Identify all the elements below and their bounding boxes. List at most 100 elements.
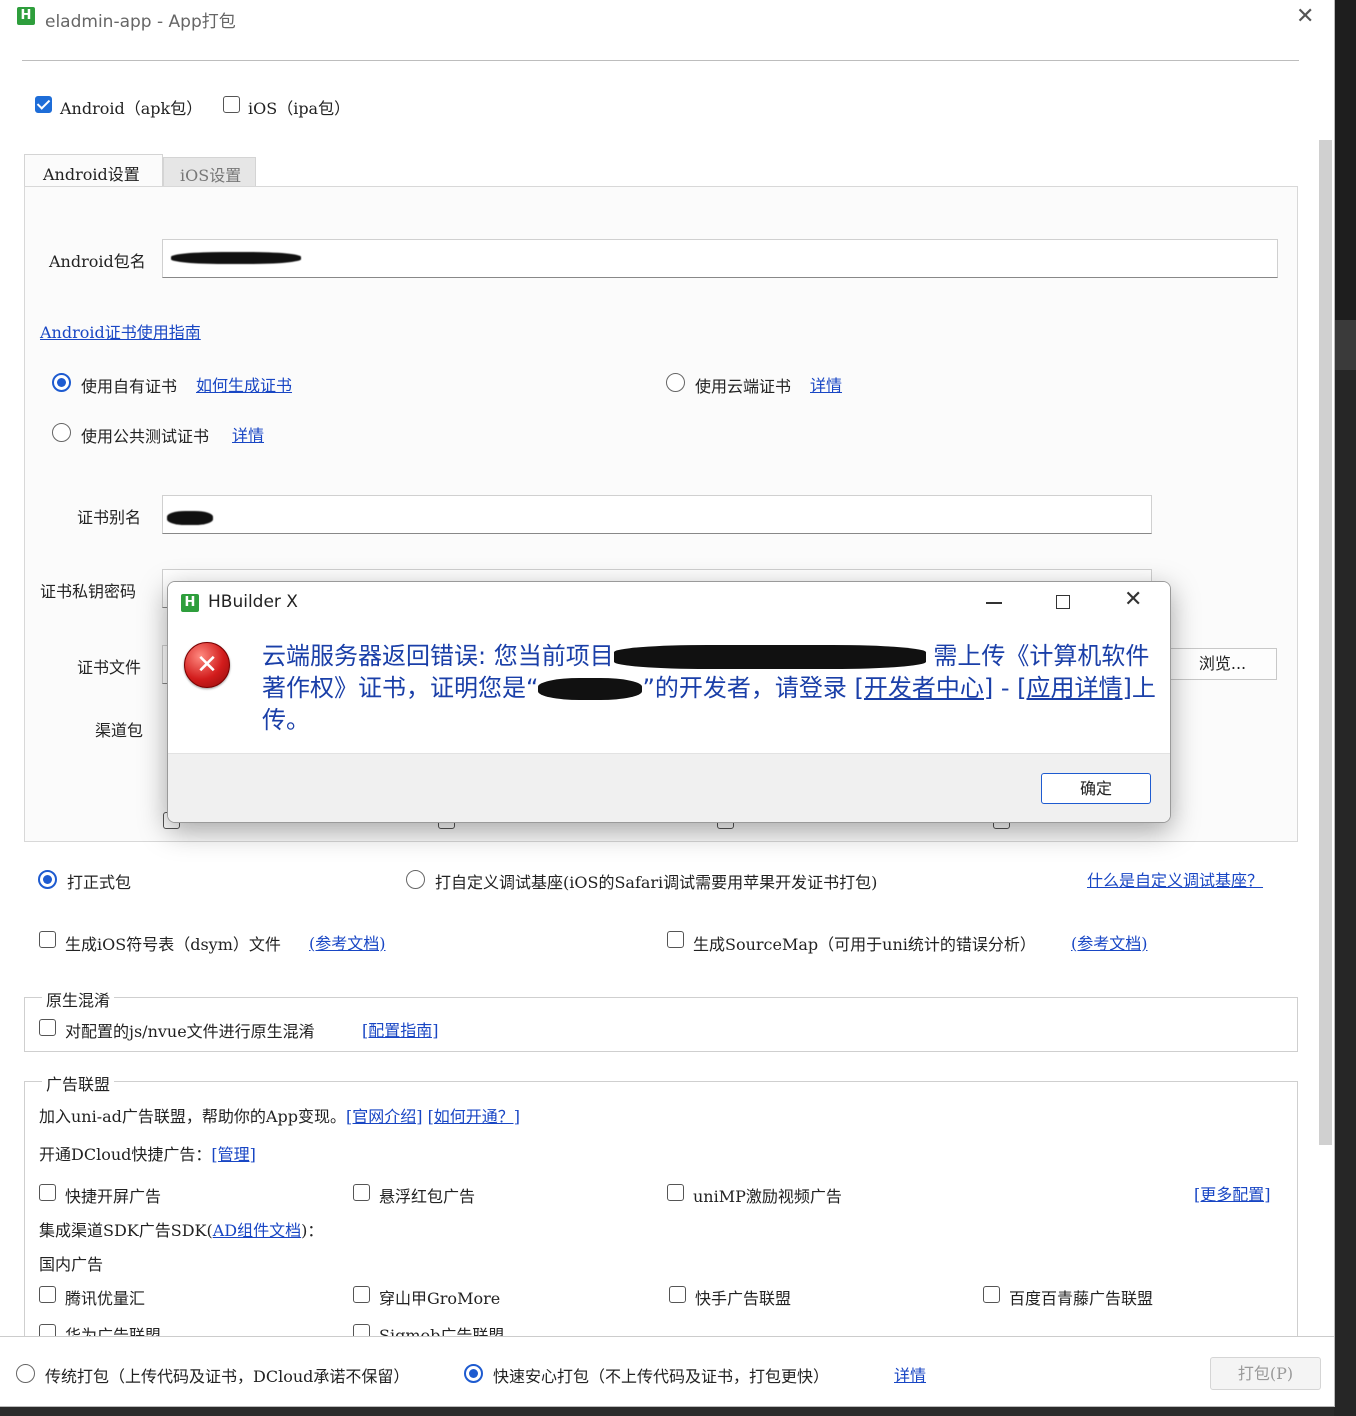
cloud-cert-label: 使用云端证书: [695, 377, 792, 396]
domestic-ad-checkbox[interactable]: [353, 1286, 370, 1303]
package-name-label: Android包名: [49, 252, 146, 271]
traditional-pack-radio[interactable]: [16, 1364, 35, 1383]
fast-pack-radio[interactable]: [464, 1364, 483, 1383]
tab-label: Android设置: [43, 165, 140, 184]
obfuscation-checkbox[interactable]: [39, 1019, 56, 1036]
own-cert-label: 使用自有证书: [81, 377, 178, 396]
domestic-ad-checkbox[interactable]: [983, 1286, 1000, 1303]
footer-bar: 传统打包（上传代码及证书，DCloud承诺不保留） 快速安心打包（不上传代码及证…: [0, 1336, 1334, 1406]
ads-intro-text: 加入uni-ad广告联盟，帮助你的App变现。: [39, 1107, 346, 1126]
browse-button[interactable]: 浏览...: [1168, 648, 1277, 680]
ios-target-checkbox[interactable]: [223, 96, 240, 113]
domestic-ad-checkbox[interactable]: [669, 1286, 686, 1303]
pack-button[interactable]: 打包(P): [1210, 1357, 1321, 1390]
obfuscation-label: 对配置的js/nvue文件进行原生混淆: [65, 1022, 315, 1041]
ads-official-link[interactable]: [官网介绍]: [346, 1107, 423, 1126]
android-cert-guide-link[interactable]: Android证书使用指南: [40, 319, 201, 343]
custom-base-radio[interactable]: [406, 870, 425, 889]
ads-title: 广告联盟: [42, 1071, 115, 1095]
tab-label: iOS设置: [180, 166, 242, 185]
sdk-ads-suffix: )：: [301, 1221, 324, 1240]
error-message: 云端服务器返回错误: 您当前项目 需上传《计算机软件著作权》证书，证明您是“ ”的…: [262, 640, 1158, 736]
domestic-ad-label: 穿山甲GroMore: [379, 1289, 501, 1308]
domestic-ad-label: 快手广告联盟: [695, 1289, 792, 1308]
dsym-doc-link[interactable]: (参考文档): [309, 930, 386, 954]
sourcemap-label: 生成SourceMap（可用于uni统计的错误分析）: [693, 935, 1036, 954]
sourcemap-doc-link[interactable]: (参考文档): [1071, 930, 1148, 954]
ok-button[interactable]: 确定: [1041, 773, 1151, 804]
background-window: [1334, 0, 1356, 320]
own-cert-radio[interactable]: [52, 373, 71, 392]
quick-ad-label: 快捷开屏广告: [65, 1187, 162, 1206]
release-build-radio[interactable]: [38, 870, 57, 889]
cloud-cert-radio[interactable]: [666, 373, 685, 392]
dcloud-ads-label: 开通DCloud快捷广告：: [39, 1145, 212, 1164]
message-text: ”的开发者，请登录: [642, 674, 855, 702]
background-window: [1334, 370, 1356, 1416]
maximize-icon[interactable]: [1056, 595, 1070, 609]
generate-cert-link[interactable]: 如何生成证书: [196, 372, 292, 396]
domestic-ad-checkbox[interactable]: [39, 1286, 56, 1303]
quick-ad-label: 悬浮红包广告: [379, 1187, 476, 1206]
ads-how-link[interactable]: [如何开通？]: [428, 1107, 521, 1126]
error-icon: ✕: [184, 642, 230, 688]
cert-alias-input[interactable]: [162, 495, 1152, 534]
redacted-mark: [613, 645, 926, 669]
dialog-footer: 确定: [168, 753, 1170, 822]
obfuscation-guide-link[interactable]: [配置指南]: [362, 1017, 439, 1041]
message-text: 云端服务器返回错误: 您当前项目: [262, 642, 614, 670]
background-window: [1334, 320, 1356, 370]
obfuscation-title: 原生混淆: [42, 987, 115, 1011]
redacted-mark: [171, 252, 301, 264]
tab-android-settings[interactable]: Android设置: [24, 154, 163, 186]
dcloud-manage-link[interactable]: [管理]: [211, 1145, 256, 1164]
ad-component-doc-link[interactable]: AD组件文档: [213, 1221, 301, 1240]
ads-intro: 加入uni-ad广告联盟，帮助你的App变现。[官网介绍] [如何开通？]: [39, 1103, 520, 1127]
public-cert-detail-link[interactable]: 详情: [232, 422, 264, 446]
dialog-title-bar: H HBuilder X ✕: [168, 582, 1170, 624]
hbuilder-logo-icon: H: [181, 594, 199, 612]
ios-target-label: iOS（ipa包）: [248, 99, 351, 118]
dsym-checkbox[interactable]: [39, 931, 56, 948]
title-bar: H eladmin-app - App打包 ✕: [0, 0, 1334, 36]
pack-detail-link[interactable]: 详情: [894, 1362, 926, 1386]
domestic-ad-label: 百度百青藤广告联盟: [1009, 1289, 1154, 1308]
redacted-mark: [538, 678, 643, 700]
app-detail-link[interactable]: [应用详情]: [1017, 674, 1132, 702]
cloud-cert-detail-link[interactable]: 详情: [810, 372, 842, 396]
tab-ios-settings[interactable]: iOS设置: [163, 157, 256, 186]
fast-pack-label: 快速安心打包（不上传代码及证书，打包更快）: [493, 1367, 830, 1386]
domestic-ad-label: 腾讯优量汇: [65, 1289, 146, 1308]
more-config-link[interactable]: [更多配置]: [1194, 1181, 1271, 1205]
android-target-label: Android（apk包）: [60, 99, 203, 118]
scrollbar[interactable]: [1319, 140, 1332, 1145]
dsym-label: 生成iOS符号表（dsym）文件: [65, 935, 281, 954]
public-test-cert-radio[interactable]: [52, 423, 71, 442]
cert-alias-label: 证书别名: [77, 508, 142, 527]
quick-ad-label: uniMP激励视频广告: [693, 1187, 842, 1206]
developer-center-link[interactable]: [开发者中心]: [855, 674, 994, 702]
package-name-input[interactable]: [162, 239, 1278, 278]
sdk-ads-prefix: 集成渠道SDK广告SDK(: [39, 1221, 213, 1240]
quick-ad-checkbox[interactable]: [353, 1184, 370, 1201]
dialog-title: HBuilder X: [208, 592, 298, 612]
android-target-checkbox[interactable]: [35, 96, 52, 113]
close-icon[interactable]: ✕: [1296, 4, 1314, 29]
sourcemap-checkbox[interactable]: [667, 931, 684, 948]
release-build-label: 打正式包: [67, 873, 132, 892]
traditional-pack-label: 传统打包（上传代码及证书，DCloud承诺不保留）: [45, 1367, 410, 1386]
cert-password-label: 证书私钥密码: [40, 582, 137, 601]
public-test-cert-label: 使用公共测试证书: [81, 427, 210, 446]
minimize-icon[interactable]: [986, 602, 1002, 604]
close-icon[interactable]: ✕: [1124, 587, 1142, 612]
window-title: eladmin-app - App打包: [45, 12, 236, 32]
quick-ad-checkbox[interactable]: [39, 1184, 56, 1201]
sdk-ads-row: 集成渠道SDK广告SDK(AD组件文档)：: [39, 1217, 323, 1241]
dcloud-ads-row: 开通DCloud快捷广告：[管理]: [39, 1141, 256, 1165]
custom-base-label: 打自定义调试基座(iOS的Safari调试需要用苹果开发证书打包): [435, 873, 878, 892]
quick-ad-checkbox[interactable]: [667, 1184, 684, 1201]
redacted-mark: [167, 511, 213, 525]
custom-base-help-link[interactable]: 什么是自定义调试基座？: [1087, 867, 1263, 891]
divider: [22, 60, 1299, 61]
cert-file-label: 证书文件: [77, 658, 142, 677]
